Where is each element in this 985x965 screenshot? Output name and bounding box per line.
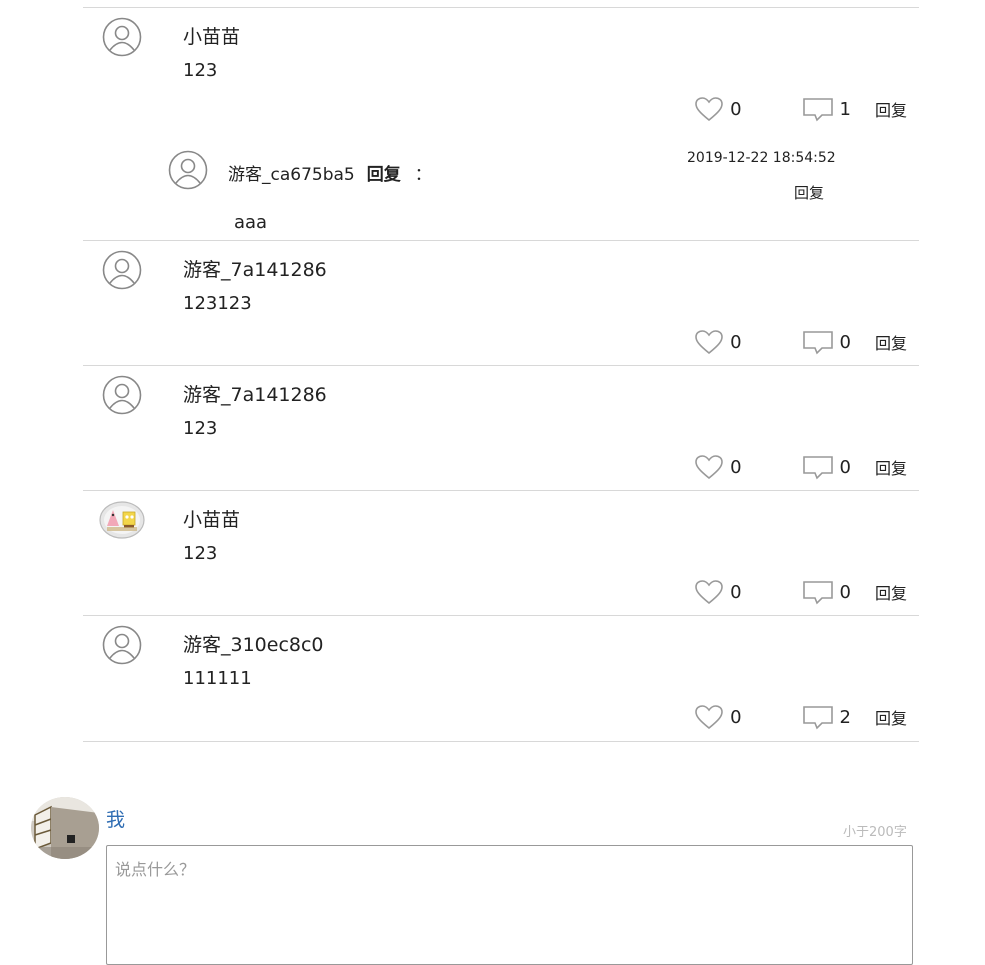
nested-reply-colon: ：: [414, 165, 432, 185]
reply-count: 0: [839, 331, 851, 353]
user-avatar-icon[interactable]: [102, 250, 142, 290]
heart-icon: [695, 580, 723, 605]
comment-count-button[interactable]: 0: [802, 454, 851, 480]
speech-bubble-icon: [802, 581, 833, 605]
nested-reply-button[interactable]: 回复: [794, 182, 824, 203]
reply-button[interactable]: 回复: [875, 455, 907, 479]
char-limit-hint: 小于200字: [843, 825, 907, 840]
like-count: 0: [730, 98, 742, 120]
comment-username[interactable]: 游客_310ec8c0: [183, 630, 324, 657]
reply-button[interactable]: 回复: [875, 580, 907, 604]
comment-text: 123: [183, 543, 218, 564]
comment-input[interactable]: [106, 845, 913, 965]
nested-reply: 游客_ca675ba5 回复 ： 2019-12-22 18:54:52 回复 aa…: [168, 142, 848, 242]
comment-username[interactable]: 小苗苗: [183, 505, 240, 532]
comment-item: 游客_310ec8c0 111111 0 2 回复: [83, 615, 919, 742]
like-count: 0: [730, 456, 742, 478]
heart-icon: [695, 330, 723, 355]
comment-count-button[interactable]: 0: [802, 329, 851, 355]
like-button[interactable]: 0: [694, 329, 742, 355]
like-count: 0: [730, 581, 742, 603]
reply-count: 2: [839, 706, 851, 728]
comment-count-button[interactable]: 1: [802, 96, 851, 122]
like-count: 0: [730, 331, 742, 353]
user-avatar-icon[interactable]: [102, 625, 142, 665]
nested-reply-text: aaa: [234, 212, 268, 233]
comment-count-button[interactable]: 0: [802, 579, 851, 605]
speech-bubble-icon: [802, 706, 833, 730]
comment-count-button[interactable]: 2: [802, 704, 851, 730]
comment-item: 小苗苗 123 0 1 回复 游客_ca675ba5 回复 ： 2019-12-…: [83, 7, 919, 240]
comment-username[interactable]: 小苗苗: [183, 22, 240, 49]
reply-button[interactable]: 回复: [875, 705, 907, 729]
reply-button[interactable]: 回复: [875, 330, 907, 354]
like-button[interactable]: 0: [694, 454, 742, 480]
cartoon-avatar[interactable]: [99, 500, 145, 540]
heart-icon: [695, 455, 723, 480]
user-avatar-icon[interactable]: [102, 375, 142, 415]
comment-text: 123123: [183, 293, 252, 314]
comment-actions: 0 0 回复: [694, 578, 907, 606]
user-avatar-icon[interactable]: [102, 17, 142, 57]
reply-count: 1: [839, 98, 851, 120]
nested-reply-action: 回复: [366, 165, 401, 185]
reply-count: 0: [839, 581, 851, 603]
my-avatar[interactable]: [31, 797, 99, 859]
comment-username[interactable]: 游客_7a141286: [183, 255, 327, 282]
nested-reply-header: 游客_ca675ba5 回复 ：: [228, 160, 432, 185]
user-avatar-icon[interactable]: [168, 150, 208, 190]
speech-bubble-icon: [802, 331, 833, 355]
speech-bubble-icon: [802, 98, 833, 122]
like-count: 0: [730, 706, 742, 728]
comment-actions: 0 0 回复: [694, 453, 907, 481]
speech-bubble-icon: [802, 456, 833, 480]
comment-text: 123: [183, 60, 218, 81]
nested-reply-username[interactable]: 游客_ca675ba5: [228, 165, 355, 185]
comment-item: 游客_7a141286 123123 0 0 回复: [83, 240, 919, 365]
comment-text: 123: [183, 418, 218, 439]
comment-username[interactable]: 游客_7a141286: [183, 380, 327, 407]
comment-actions: 0 1 回复: [694, 95, 907, 123]
like-button[interactable]: 0: [694, 704, 742, 730]
my-username[interactable]: 我: [106, 805, 125, 832]
heart-icon: [695, 705, 723, 730]
nested-reply-timestamp: 2019-12-22 18:54:52: [687, 150, 836, 166]
comment-item: 小苗苗 123 0 0 回复: [83, 490, 919, 615]
reply-button[interactable]: 回复: [875, 97, 907, 121]
comment-actions: 0 0 回复: [694, 328, 907, 356]
comment-text: 111111: [183, 668, 252, 689]
comment-actions: 0 2 回复: [694, 703, 907, 731]
reply-count: 0: [839, 456, 851, 478]
like-button[interactable]: 0: [694, 96, 742, 122]
heart-icon: [695, 97, 723, 122]
comment-item: 游客_7a141286 123 0 0 回复: [83, 365, 919, 490]
like-button[interactable]: 0: [694, 579, 742, 605]
comment-list: 小苗苗 123 0 1 回复 游客_ca675ba5 回复 ： 2019-12-…: [83, 0, 919, 742]
